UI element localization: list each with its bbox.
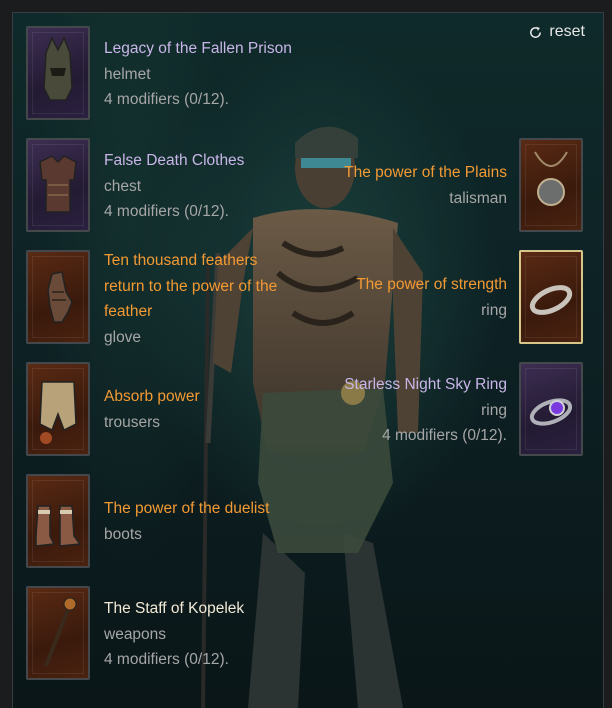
weapon-slot[interactable]: [26, 586, 90, 680]
glove-name-line-2: return to the power of the: [104, 277, 278, 295]
chest-slot[interactable]: [26, 138, 90, 232]
glove-info: Ten thousand feathers return to the powe…: [104, 248, 277, 350]
boots-icon: [35, 505, 82, 547]
amulet-icon: [534, 151, 568, 206]
glove-type: glove: [104, 328, 142, 346]
ring-1-info: The power of strength ring: [356, 272, 507, 323]
talisman-name: The power of the Plains: [344, 164, 507, 181]
weapon-name: The Staff of Kopelek: [104, 600, 245, 617]
glove-icon: [47, 271, 73, 323]
talisman-info: The power of the Plains talisman: [344, 160, 507, 211]
chest-name: False Death Clothes: [104, 152, 245, 169]
chest-armor-icon: [39, 155, 77, 213]
boots-name: The power of the duelist: [104, 500, 270, 517]
chest-modifiers: 4 modifiers (0/12).: [104, 203, 229, 220]
boots-info: The power of the duelist boots: [104, 496, 269, 547]
trousers-slot[interactable]: [26, 362, 90, 456]
reset-label: reset: [549, 23, 585, 40]
ring-icon: [529, 285, 573, 315]
ring-slot-1[interactable]: [519, 250, 583, 344]
boots-slot[interactable]: [26, 474, 90, 568]
talisman-slot[interactable]: [519, 138, 583, 232]
reset-button[interactable]: reset: [528, 23, 585, 41]
helmet-type: helmet: [104, 65, 151, 83]
weapon-info: The Staff of Kopelek weapons 4 modifiers…: [104, 596, 244, 673]
helmet-name: Legacy of the Fallen Prison: [104, 40, 292, 57]
chest-type: chest: [104, 177, 142, 195]
helmet-modifiers: 4 modifiers (0/12).: [104, 91, 229, 108]
trousers-icon: [39, 381, 77, 444]
gem-ring-icon: [529, 398, 573, 426]
weapon-modifiers: 4 modifiers (0/12).: [104, 651, 229, 668]
trousers-info: Absorb power trousers: [104, 384, 200, 435]
glove-name-line-1: Ten thousand feathers: [104, 252, 258, 269]
helmet-icon: [43, 36, 73, 101]
talisman-type: talisman: [449, 189, 507, 207]
refresh-icon: [530, 26, 542, 38]
character-figure: [201, 126, 423, 708]
helmet-info: Legacy of the Fallen Prison helmet 4 mod…: [104, 36, 292, 113]
ring-2-modifiers: 4 modifiers (0/12).: [382, 427, 507, 444]
ring-2-type: ring: [481, 401, 507, 419]
trousers-name: Absorb power: [104, 388, 200, 405]
ring-2-info: Starless Night Sky Ring ring 4 modifiers…: [344, 372, 507, 449]
equipment-panel: reset Legacy of the Fallen Prison helmet…: [12, 12, 604, 708]
glove-slot[interactable]: [26, 250, 90, 344]
trousers-type: trousers: [104, 413, 160, 431]
glove-name-line-3: feather: [104, 303, 153, 320]
staff-icon: [44, 597, 77, 667]
chest-info: False Death Clothes chest 4 modifiers (0…: [104, 148, 244, 225]
ring-1-type: ring: [481, 301, 507, 319]
weapon-type: weapons: [104, 625, 167, 643]
ring-slot-2[interactable]: [519, 362, 583, 456]
ring-2-name: Starless Night Sky Ring: [344, 376, 507, 393]
helmet-slot[interactable]: [26, 26, 90, 120]
boots-type: boots: [104, 525, 142, 543]
ring-1-name: The power of strength: [356, 276, 507, 293]
